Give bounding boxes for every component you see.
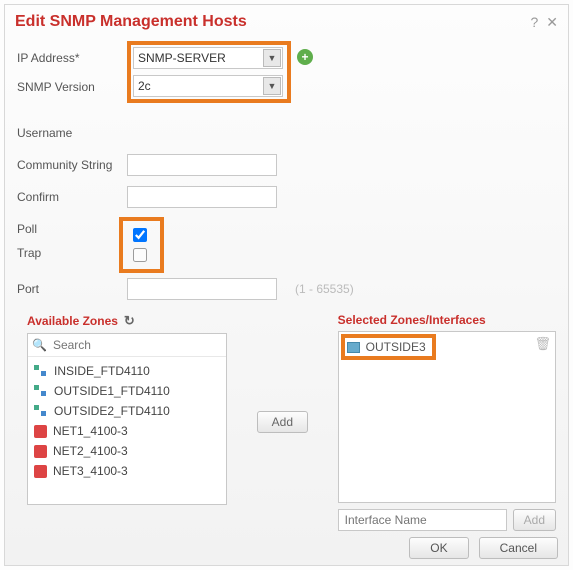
label-trap: Trap: [17, 241, 119, 265]
zone-item-label: OUTSIDE1_FTD4110: [54, 384, 170, 398]
ok-button[interactable]: OK: [409, 537, 468, 559]
label-confirm: Confirm: [17, 190, 127, 204]
dialog-title: Edit SNMP Management Hosts: [15, 13, 247, 31]
security-zone-icon: [34, 405, 48, 417]
ip-address-value: SNMP-SERVER: [138, 51, 226, 65]
ip-address-dropdown[interactable]: SNMP-SERVER ▼: [133, 47, 283, 69]
zone-grid-icon: [347, 342, 360, 353]
available-zones-list: 🔍 INSIDE_FTD4110 OUTSIDE1_FTD4110 OUTSIDE2…: [27, 333, 227, 505]
close-icon[interactable]: ✕: [546, 14, 558, 31]
zone-item-label: NET1_4100-3: [53, 424, 128, 438]
add-host-icon[interactable]: +: [297, 49, 313, 65]
label-version: SNMP Version: [17, 80, 127, 94]
label-poll: Poll: [17, 217, 119, 241]
zone-item[interactable]: OUTSIDE2_FTD4110: [30, 401, 224, 421]
zone-item-label: NET3_4100-3: [53, 464, 128, 478]
trap-checkbox[interactable]: [133, 248, 147, 262]
label-ip: IP Address*: [17, 41, 127, 65]
snmp-version-value: 2c: [138, 79, 151, 93]
search-input[interactable]: [51, 337, 222, 353]
security-zone-icon: [34, 365, 48, 377]
selected-zones-list: OUTSIDE3 🗑: [338, 331, 556, 503]
titlebar: Edit SNMP Management Hosts ? ✕: [5, 5, 568, 37]
zone-item-label: NET2_4100-3: [53, 444, 128, 458]
zone-item[interactable]: NET1_4100-3: [30, 421, 224, 441]
selected-zones-title: Selected Zones/Interfaces: [338, 313, 486, 327]
chevron-down-icon: ▼: [263, 49, 281, 67]
trash-icon[interactable]: 🗑: [530, 332, 555, 356]
poll-checkbox[interactable]: [133, 228, 147, 242]
refresh-icon[interactable]: ↻: [124, 313, 135, 329]
chevron-down-icon: ▼: [263, 77, 281, 95]
zone-item[interactable]: NET2_4100-3: [30, 441, 224, 461]
highlight-poll-trap: [119, 217, 164, 273]
help-icon[interactable]: ?: [530, 14, 538, 31]
zone-item[interactable]: NET3_4100-3: [30, 461, 224, 481]
highlight-selected: OUTSIDE3: [341, 334, 436, 360]
label-community: Community String: [17, 158, 127, 172]
dialog-footer: OK Cancel: [409, 537, 558, 559]
network-icon: [34, 425, 47, 438]
dialog: Edit SNMP Management Hosts ? ✕ IP Addres…: [4, 4, 569, 566]
available-zones-title: Available Zones: [27, 314, 118, 328]
interface-name-input[interactable]: [338, 509, 507, 531]
add-interface-button[interactable]: Add: [513, 509, 556, 531]
network-icon: [34, 445, 47, 458]
form: IP Address* SNMP-SERVER ▼ 2c ▼ + SNMP Ve…: [5, 37, 568, 301]
search-icon: 🔍: [32, 338, 47, 352]
label-username: Username: [17, 126, 127, 140]
port-hint: (1 - 65535): [295, 282, 354, 296]
snmp-version-dropdown[interactable]: 2c ▼: [133, 75, 283, 97]
community-input[interactable]: [127, 154, 277, 176]
add-button[interactable]: Add: [257, 411, 308, 433]
zone-item-label: INSIDE_FTD4110: [54, 364, 150, 378]
zone-item[interactable]: OUTSIDE1_FTD4110: [30, 381, 224, 401]
zone-item[interactable]: INSIDE_FTD4110: [30, 361, 224, 381]
security-zone-icon: [34, 385, 48, 397]
network-icon: [34, 465, 47, 478]
highlight-ip-version: SNMP-SERVER ▼ 2c ▼: [127, 41, 291, 103]
cancel-button[interactable]: Cancel: [479, 537, 558, 559]
port-input[interactable]: [127, 278, 277, 300]
zones-area: Available Zones ↻ 🔍 INSIDE_FTD4110 OUTSID…: [5, 309, 568, 531]
selected-item-label[interactable]: OUTSIDE3: [366, 340, 426, 354]
label-port: Port: [17, 282, 127, 296]
confirm-input[interactable]: [127, 186, 277, 208]
zone-item-label: OUTSIDE2_FTD4110: [54, 404, 170, 418]
